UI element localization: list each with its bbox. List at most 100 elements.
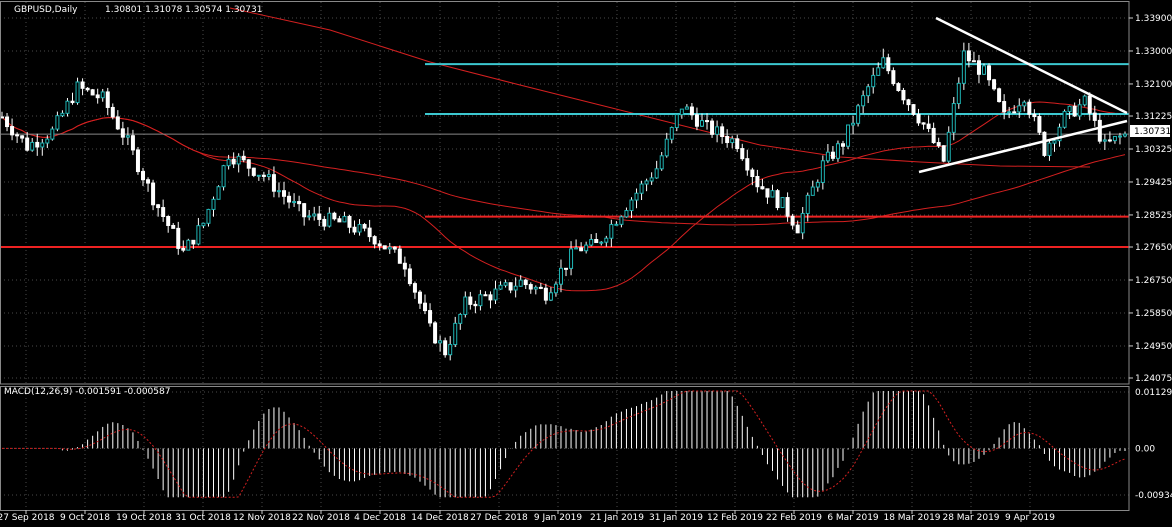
candle-body [1062, 110, 1067, 128]
candle-body [513, 285, 518, 291]
candle-body [488, 294, 493, 301]
candle-body [1117, 135, 1122, 138]
candle-body [1027, 101, 1032, 115]
candle-body [921, 122, 926, 125]
candle-body [861, 95, 866, 107]
candle-body [397, 248, 402, 264]
candle-body [266, 174, 271, 177]
candle-body [699, 120, 704, 127]
candle-body [10, 126, 15, 136]
y-tick-label: 1.24075 [1135, 374, 1172, 384]
candle-body [891, 70, 896, 85]
x-tick-label: 12 Feb 2019 [707, 513, 763, 523]
candle-body [282, 190, 287, 197]
candle-body [619, 216, 624, 225]
candle-body [931, 127, 936, 144]
y-tick-label: 1.27650 [1135, 243, 1172, 253]
candle-body [584, 244, 589, 252]
candle-body [558, 267, 563, 285]
candle-body [765, 188, 770, 198]
candle-body [1032, 113, 1037, 118]
candle-body [428, 310, 433, 324]
candle-body [825, 151, 830, 162]
candle-body [770, 190, 775, 198]
candle-body [528, 284, 533, 290]
candle-body [206, 208, 211, 224]
candle-body [40, 142, 45, 148]
candle-body [493, 288, 498, 301]
candle-body [241, 155, 246, 161]
candle-body [720, 126, 725, 138]
candle-body [589, 239, 594, 246]
candle-body [1012, 111, 1017, 114]
x-tick-label: 31 Jan 2019 [649, 513, 703, 523]
candle-body [684, 106, 689, 110]
candle-body [5, 116, 10, 128]
candle-body [30, 141, 35, 151]
candle-body [851, 122, 856, 126]
candle-body [1077, 104, 1082, 117]
candle-body [297, 201, 302, 205]
candle-body [1052, 140, 1057, 144]
candle-body [130, 135, 135, 151]
candle-body [604, 237, 609, 243]
candle-body [458, 313, 463, 324]
candle-body [372, 236, 377, 245]
candle-body [251, 167, 256, 176]
candle-body [261, 174, 266, 177]
candle-body [639, 183, 644, 194]
candle-body [805, 194, 810, 214]
candle-body [25, 137, 30, 151]
x-tick-label: 22 Nov 2018 [292, 513, 350, 523]
candle-body [448, 344, 453, 356]
trading-chart[interactable]: 1.33900 1.33000 1.32100 1.31225 1.30325 1.294… [0, 0, 1172, 527]
candle-body [679, 108, 684, 116]
candle-body [866, 86, 871, 97]
candle-body [120, 128, 125, 138]
x-tick-label: 19 Oct 2018 [116, 513, 172, 523]
candle-body [141, 171, 146, 181]
candle-body [70, 100, 75, 104]
candle-body [317, 213, 322, 220]
candle-body [548, 292, 553, 301]
ohlc-header: 1.30801 1.31078 1.30574 1.30731 [105, 5, 262, 15]
candle-body [196, 225, 201, 245]
candle-body [820, 160, 825, 183]
candle-body [35, 141, 40, 148]
y-tick-label: 1.30325 [1135, 145, 1172, 155]
x-tick-label: 18 Mar 2019 [883, 513, 940, 523]
candle-body [377, 243, 382, 247]
candle-body [236, 155, 241, 165]
candle-body [287, 195, 292, 203]
x-tick-label: 12 Nov 2018 [233, 513, 291, 523]
candle-body [423, 302, 428, 312]
candle-body [810, 186, 815, 196]
candle-body [976, 60, 981, 75]
candle-body [201, 222, 206, 227]
chart-title: GBPUSD,Daily [14, 5, 78, 15]
candle-body [146, 179, 151, 184]
candle-body [246, 159, 251, 169]
candle-body [463, 296, 468, 315]
candle-body [1107, 139, 1112, 142]
x-tick-label: 14 Dec 2018 [411, 513, 469, 523]
candle-body [735, 138, 740, 150]
candle-body [992, 79, 997, 90]
candle-body [271, 174, 276, 192]
candle-body [186, 239, 191, 251]
x-tick-label: 27 Dec 2018 [470, 513, 528, 523]
candle-body [55, 115, 60, 130]
candle-body [800, 212, 805, 234]
candle-body [498, 284, 503, 290]
candle-body [176, 227, 181, 249]
candle-body [916, 113, 921, 124]
candle-body [216, 186, 221, 200]
candle-body [674, 114, 679, 129]
candle-body [710, 120, 715, 135]
candle-body [60, 112, 65, 117]
candle-body [312, 213, 317, 217]
candle-body [654, 168, 659, 179]
candle-body [553, 283, 558, 294]
candle-body [15, 134, 20, 137]
y-tick-label: 1.24950 [1135, 342, 1172, 352]
